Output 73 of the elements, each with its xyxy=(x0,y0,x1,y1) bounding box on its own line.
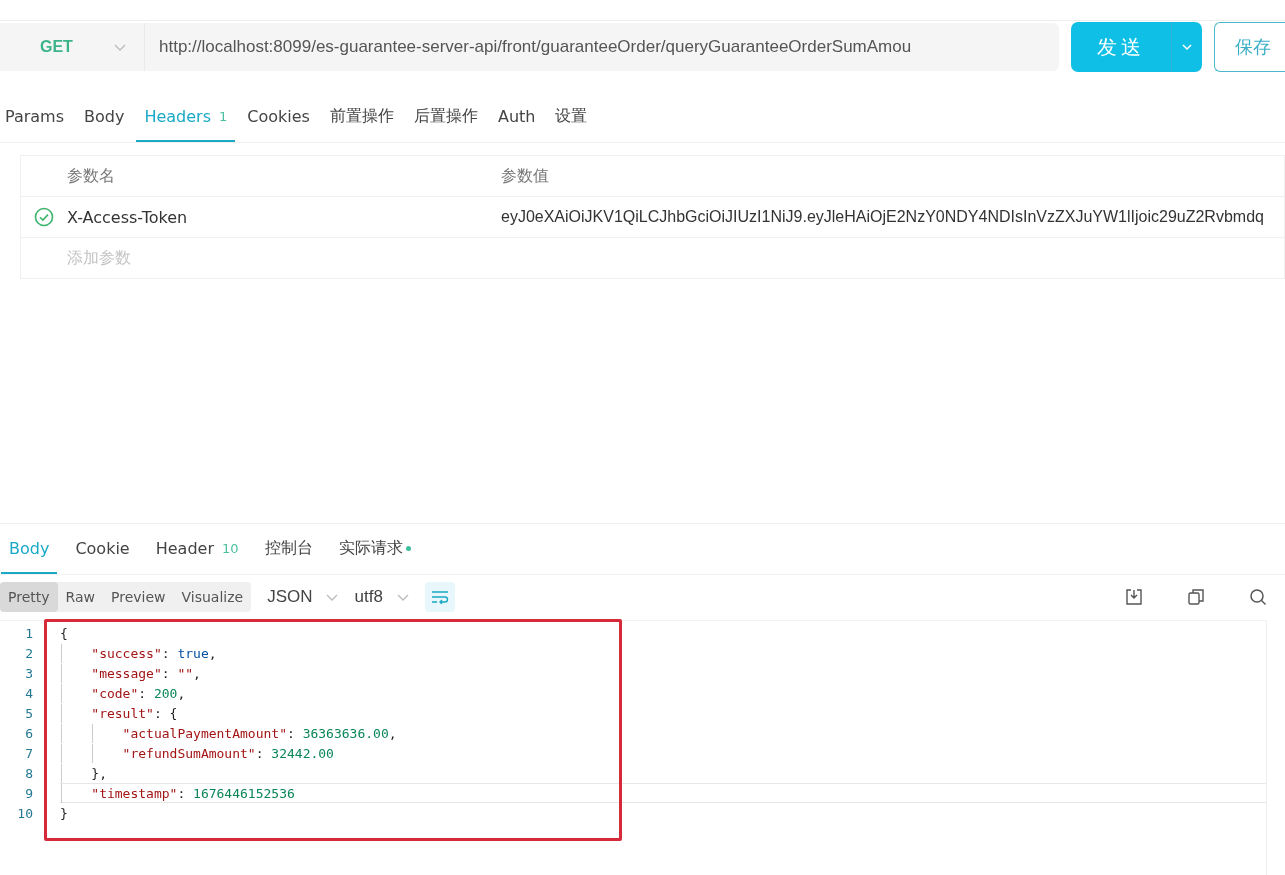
request-tab[interactable]: 设置 xyxy=(555,92,588,142)
copy-icon xyxy=(1187,588,1205,606)
code-token: "code" xyxy=(90,685,139,701)
format-select[interactable]: JSON xyxy=(267,587,339,607)
column-header: 参数值 xyxy=(501,165,550,187)
line-number: 1 xyxy=(24,625,33,641)
code-token: , xyxy=(193,665,201,681)
code-token: , xyxy=(177,685,186,701)
view-mode-tab[interactable]: Raw xyxy=(57,582,103,612)
download-icon xyxy=(1125,588,1143,606)
view-mode-tab[interactable]: Preview xyxy=(103,582,174,612)
chevron-down-icon xyxy=(114,44,126,52)
line-number: 6 xyxy=(24,725,33,741)
code-token: }, xyxy=(90,765,107,781)
code-token: : xyxy=(255,745,265,761)
view-mode-tab[interactable]: Visualize xyxy=(173,582,252,612)
header-name: X-Access-Token xyxy=(67,207,189,227)
code-token: "success" xyxy=(90,645,162,661)
code-token: : xyxy=(138,685,148,701)
wrap-icon xyxy=(430,590,449,604)
header-value: eyJ0eXAiOiJKV1QiLCJhbGciOiJIUzI1NiJ9.eyJleHAiOjE2NzY0NDY4NDIsInVzZXJuYW1lIjoic29uZ2Rvbmdq xyxy=(501,208,1265,226)
code-token: true xyxy=(177,645,209,661)
request-tab[interactable]: Params xyxy=(5,92,65,142)
search-icon xyxy=(1249,588,1267,606)
code-token: : { xyxy=(153,705,178,721)
code-token: : xyxy=(161,645,171,661)
code-token: 36363636.00 xyxy=(302,725,389,741)
code-token: 1676446152536 xyxy=(193,785,295,801)
search-button[interactable] xyxy=(1249,588,1267,606)
code-token: : xyxy=(161,665,171,681)
request-tab[interactable]: Cookies xyxy=(247,92,310,142)
line-number: 8 xyxy=(24,765,33,781)
view-mode-tab[interactable]: Pretty xyxy=(0,582,58,612)
request-tab[interactable]: Auth xyxy=(497,92,536,142)
column-header: 参数名 xyxy=(67,165,116,187)
code-token: "" xyxy=(177,665,194,681)
code-token: "result" xyxy=(90,705,154,721)
code-token: "timestamp" xyxy=(90,785,178,801)
chevron-down-icon xyxy=(396,594,409,602)
line-number: 9 xyxy=(24,785,33,801)
check-circle-icon[interactable] xyxy=(34,207,54,227)
download-button[interactable] xyxy=(1125,588,1143,606)
code-token: "actualPaymentAmount" xyxy=(121,725,287,741)
request-tab[interactable]: 前置操作 xyxy=(329,92,394,142)
line-number: 5 xyxy=(24,705,33,721)
count-label: 10 xyxy=(221,540,239,556)
line-number: 2 xyxy=(24,645,33,661)
response-tab[interactable]: Header 10 xyxy=(155,524,239,574)
code-token: , xyxy=(388,725,397,741)
response-tab[interactable]: 控制台 xyxy=(264,524,313,574)
code-token: 32442.00 xyxy=(271,745,334,761)
code-token: { xyxy=(60,625,68,641)
code-token: "refundSumAmount" xyxy=(121,745,256,761)
line-number: 3 xyxy=(24,665,33,681)
encoding-select[interactable]: utf8 xyxy=(354,587,409,607)
response-tab[interactable]: Cookie xyxy=(75,524,130,574)
code-token: : xyxy=(177,785,187,801)
chevron-down-icon xyxy=(1182,43,1192,51)
code-token: 200 xyxy=(153,685,178,701)
code-token: } xyxy=(60,805,68,821)
response-tab[interactable]: 实际请求 xyxy=(338,524,411,574)
copy-button[interactable] xyxy=(1187,588,1205,606)
url-field[interactable]: http://localhost:8099/es-guarantee-server-api/front/guaranteeOrder/queryGuaranteeOrderSumAmou xyxy=(145,23,1059,71)
line-number: 10 xyxy=(16,805,33,821)
code-token: "message" xyxy=(90,665,162,681)
count-label: 1 xyxy=(219,108,228,124)
chevron-down-icon xyxy=(326,594,339,602)
code-token: , xyxy=(208,645,217,661)
request-tab[interactable]: Body xyxy=(84,92,125,142)
line-number: 4 xyxy=(24,685,33,701)
request-tab[interactable]: 后置操作 xyxy=(413,92,478,142)
line-number: 7 xyxy=(24,745,33,761)
code-token: : xyxy=(287,725,296,741)
